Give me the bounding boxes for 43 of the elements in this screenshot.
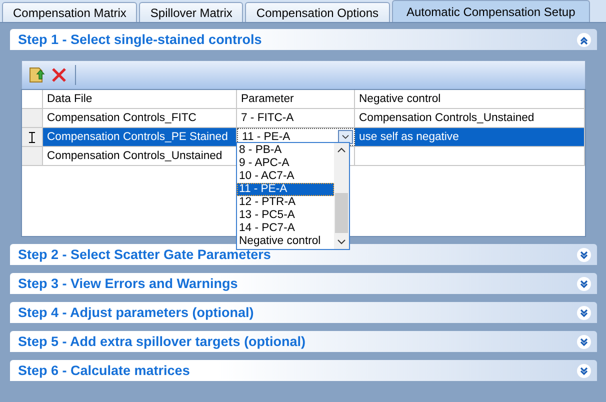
table-cell: Compensation Controls_FITC <box>43 109 237 127</box>
tab[interactable]: Compensation Matrix <box>2 2 138 22</box>
tab[interactable]: Spillover Matrix <box>139 2 244 22</box>
step-header[interactable]: Step 6 - Calculate matrices <box>10 360 597 381</box>
expand-icon[interactable] <box>577 248 591 262</box>
tab[interactable]: Automatic Compensation Setup <box>392 0 590 22</box>
table-cell: Compensation Controls_Unstained <box>355 109 585 127</box>
step-title: Step 4 - Adjust parameters (optional) <box>18 305 254 320</box>
table-cell: 11 - PE-A <box>242 131 290 143</box>
expand-icon[interactable] <box>577 306 591 320</box>
step-title: Step 5 - Add extra spillover targets (optional) <box>18 334 306 349</box>
collapse-icon[interactable] <box>577 32 591 46</box>
add-file-icon[interactable] <box>28 66 46 84</box>
table-cell: Compensation Controls_PE Stained <box>43 128 237 146</box>
step-header[interactable]: Step 3 - View Errors and Warnings <box>10 273 597 294</box>
step-title: Step 6 - Calculate matrices <box>18 363 190 378</box>
scrollbar-thumb[interactable] <box>335 193 348 233</box>
step-title: Step 2 - Select Scatter Gate Parameters <box>18 247 271 262</box>
dropdown-option[interactable]: 13 - PC5-A <box>237 209 334 222</box>
dropdown-option[interactable]: 9 - APC-A <box>237 157 334 170</box>
column-header: Data File <box>43 90 237 108</box>
tab[interactable]: Compensation Options <box>245 2 390 22</box>
table-cell: use self as negative <box>355 128 585 146</box>
step-header[interactable]: Step 5 - Add extra spillover targets (optional) <box>10 331 597 352</box>
expand-icon[interactable] <box>577 364 591 378</box>
dropdown-option[interactable]: 8 - PB-A <box>237 144 334 157</box>
dropdown-option[interactable]: 12 - PTR-A <box>237 196 334 209</box>
scroll-up-icon[interactable] <box>337 147 346 153</box>
expand-icon[interactable] <box>577 276 591 290</box>
step-title: Step 3 - View Errors and Warnings <box>18 276 238 291</box>
delete-icon[interactable] <box>51 67 67 83</box>
dropdown-option[interactable]: 14 - PC7-A <box>237 222 334 235</box>
column-header: Parameter <box>237 90 355 108</box>
step-title: Step 1 - Select single-stained controls <box>18 32 262 47</box>
step-header[interactable]: Step 1 - Select single-stained controls <box>10 29 597 50</box>
dropdown-option[interactable]: 10 - AC7-A <box>237 170 334 183</box>
dropdown-option[interactable]: 11 - PE-A <box>237 183 334 196</box>
column-header: Negative control <box>355 90 585 108</box>
text-cursor-icon <box>29 132 35 142</box>
step-header[interactable]: Step 4 - Adjust parameters (optional) <box>10 302 597 323</box>
expand-icon[interactable] <box>577 334 591 348</box>
table-cell: 7 - FITC-A <box>237 109 355 127</box>
scroll-down-icon[interactable] <box>337 239 346 245</box>
